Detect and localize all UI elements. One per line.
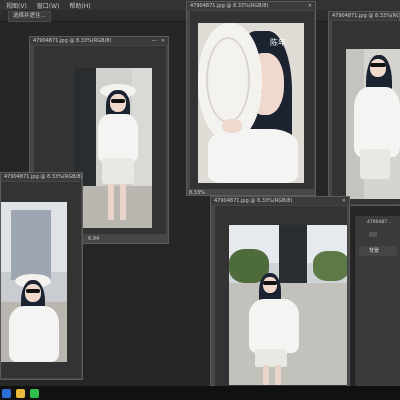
window-3-title: 47904871.jpg @ 8.33%(RGB/8) [332,13,399,19]
window-1-title: 47904871.jpg @ 8.33%(RGB/8) [33,38,112,44]
window-1-photo [74,68,152,228]
window-3-titlebar[interactable]: 47904871.jpg @ 8.33%(RGB/8) [329,12,399,20]
window-5-titlebar[interactable]: 47904871.jpg @ 8.33%(RGB/8) ✕ [211,197,349,205]
layers-panel-button[interactable] [369,232,377,237]
document-window-2[interactable]: 47904871.jpg @ 8.33%(RGB/8) ✕ 陈年 8.33% [186,1,316,196]
layers-panel-title: 4790487... [367,220,392,225]
window-4-title: 47904871.jpg @ 8.33%(RGB/8) [4,174,82,180]
layer-row-background[interactable]: 背景 [359,246,397,256]
photoshop-icon[interactable] [2,388,11,398]
menu-view[interactable]: 视图(V) [6,1,27,10]
window-4-canvas[interactable] [1,182,81,378]
select-and-mask-button[interactable]: 选择并遮住... [8,11,51,22]
window-4-photo [1,202,67,362]
close-button[interactable]: ✕ [342,198,346,204]
document-window-3[interactable]: 47904871.jpg @ 8.33%(RGB/8) [328,11,400,206]
close-button[interactable]: ✕ [308,3,312,9]
minimize-button[interactable]: — [152,38,157,44]
document-window-5[interactable]: 47904871.jpg @ 8.33%(RGB/8) ✕ [210,196,350,387]
window-4-titlebar[interactable]: 47904871.jpg @ 8.33%(RGB/8) [1,173,82,181]
window-5-canvas[interactable] [215,206,347,387]
window-1-titlebar[interactable]: 47904871.jpg @ 8.33%(RGB/8) — ✕ [30,37,168,45]
window-2-photo: 陈年 [198,23,304,183]
document-window-4[interactable]: 47904871.jpg @ 8.33%(RGB/8) [0,172,83,380]
layers-panel: 4790487... 背景 [354,216,400,386]
taskbar [0,386,400,400]
window-5-title: 47904871.jpg @ 8.33%(RGB/8) [214,198,293,204]
close-button[interactable]: ✕ [161,38,165,44]
menu-help[interactable]: 帮助(H) [69,1,90,10]
folder-icon[interactable] [16,388,25,398]
window-2-titlebar[interactable]: 47904871.jpg @ 8.33%(RGB/8) ✕ [187,2,315,10]
watermark-text: 陈年 [270,38,286,47]
menu-window[interactable]: 窗口(W) [37,1,60,10]
window-1-zoom: 6.94 [88,236,100,242]
window-2-title: 47904871.jpg @ 8.33%(RGB/8) [190,3,269,9]
window-5-photo [229,225,347,385]
window-2-canvas[interactable]: 陈年 [190,11,314,189]
window-3-photo [346,49,400,199]
window-3-canvas[interactable] [332,21,400,204]
wechat-icon[interactable] [30,388,39,398]
window-2-zoom: 8.33% [189,190,205,196]
